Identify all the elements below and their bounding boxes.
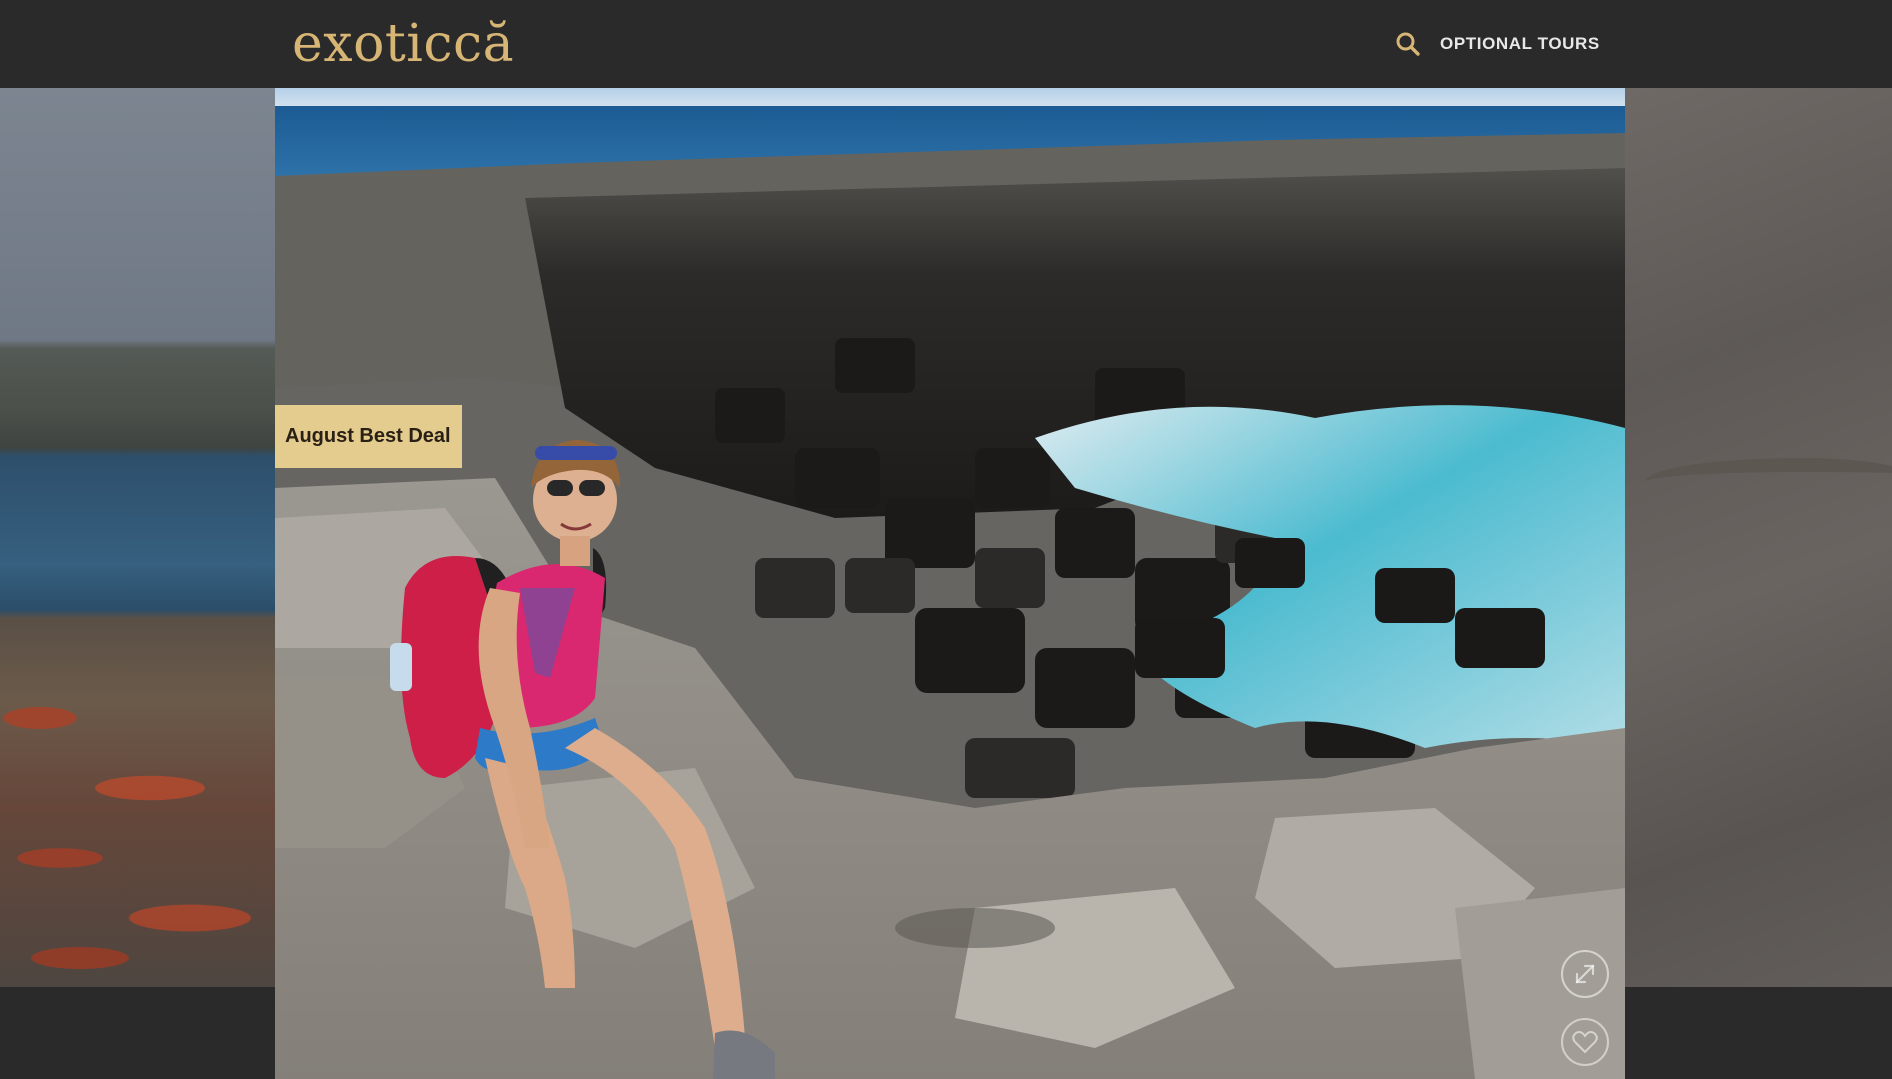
active-slide[interactable]: August Best Deal — [275, 88, 1625, 1079]
deal-badge[interactable]: August Best Deal — [275, 405, 462, 468]
hiker-on-lava-rocks-photo — [275, 88, 1625, 1079]
nav-optional-tours[interactable]: OPTIONAL TOURS — [1440, 32, 1600, 56]
previous-slide[interactable] — [0, 88, 275, 987]
lizard-image — [1645, 458, 1892, 498]
heart-icon[interactable] — [1561, 1018, 1609, 1066]
site-header: exoticcă OPTIONAL TOURS — [0, 0, 1892, 88]
brand-logo[interactable]: exoticcă — [292, 14, 514, 74]
search-icon[interactable] — [1394, 30, 1422, 58]
next-slide[interactable] — [1625, 88, 1892, 987]
expand-icon[interactable] — [1561, 950, 1609, 998]
coastal-vegetation-image — [0, 648, 275, 987]
image-slider: August Best Deal — [0, 88, 1892, 1079]
